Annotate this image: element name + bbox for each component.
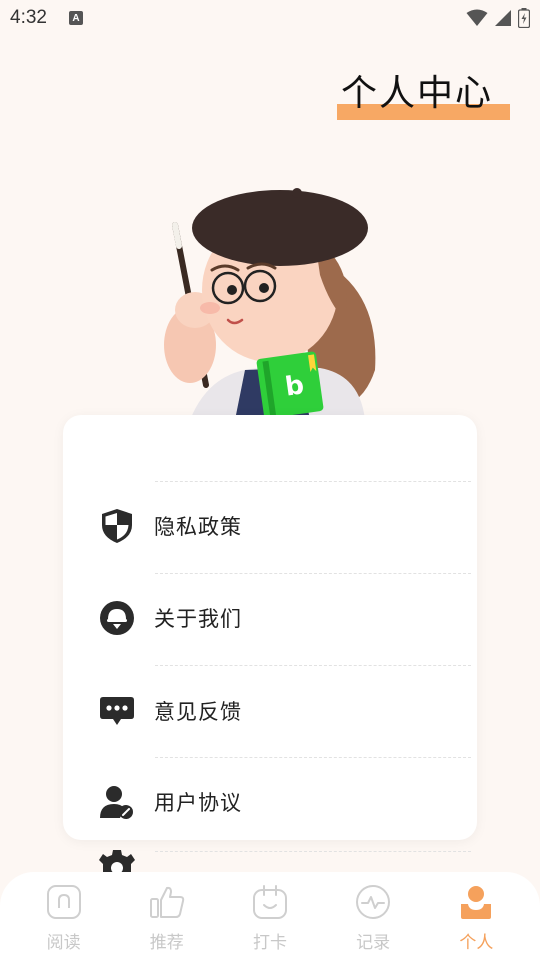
about-us-icon [99, 600, 135, 636]
user-agreement-icon [99, 784, 135, 820]
wifi-icon [466, 9, 488, 26]
notification-a-icon: A [68, 11, 83, 25]
record-pulse-icon [353, 882, 393, 922]
menu-item-label: 关于我们 [154, 607, 242, 631]
read-icon [44, 882, 84, 922]
page-title-block: 个人中心 [337, 72, 510, 120]
nav-tab-profile[interactable]: 个人 [436, 872, 516, 960]
status-right [466, 8, 530, 28]
nav-tab-check-in[interactable]: 打卡 [230, 872, 310, 960]
nav-label: 推荐 [149, 933, 184, 953]
menu-item-feedback[interactable]: 意见反馈 [63, 681, 477, 741]
profile-icon [456, 882, 496, 922]
nav-label: 个人 [459, 933, 494, 953]
status-bar: 4:32 A [0, 0, 540, 36]
page-title: 个人中心 [341, 73, 494, 114]
menu-item-label: 隐私政策 [154, 515, 242, 539]
menu-divider [155, 757, 471, 758]
mascot-illustration: b [164, 188, 376, 420]
menu-divider [155, 573, 471, 574]
nav-label: 阅读 [46, 933, 81, 953]
feedback-chat-icon [99, 693, 135, 729]
menu-divider [155, 851, 471, 852]
nav-label: 记录 [356, 933, 391, 953]
status-left: 4:32 A [10, 7, 83, 29]
menu-item-about-us[interactable]: 关于我们 [63, 588, 477, 648]
check-in-icon [250, 882, 290, 922]
shield-icon [99, 508, 135, 544]
battery-charging-icon [518, 8, 530, 28]
bottom-navigation-bar: 阅读 推荐 打卡 记录 个人 [0, 872, 540, 960]
status-time: 4:32 [10, 7, 47, 28]
nav-tab-recommend[interactable]: 推荐 [127, 872, 207, 960]
nav-label: 打卡 [252, 933, 287, 953]
menu-divider [155, 665, 471, 666]
settings-menu-card: 隐私政策 关于我们 意见反馈 用户协议 [63, 415, 477, 840]
signal-icon [495, 10, 511, 26]
menu-item-user-agreement[interactable]: 用户协议 [63, 772, 477, 832]
nav-tab-read[interactable]: 阅读 [24, 872, 104, 960]
menu-item-label: 意见反馈 [154, 700, 242, 724]
thumbs-up-icon [147, 882, 187, 922]
menu-divider [155, 481, 471, 482]
menu-item-privacy-policy[interactable]: 隐私政策 [63, 496, 477, 556]
settings-gear-icon [98, 848, 136, 874]
nav-tab-record[interactable]: 记录 [333, 872, 413, 960]
menu-item-label: 用户协议 [154, 791, 242, 815]
